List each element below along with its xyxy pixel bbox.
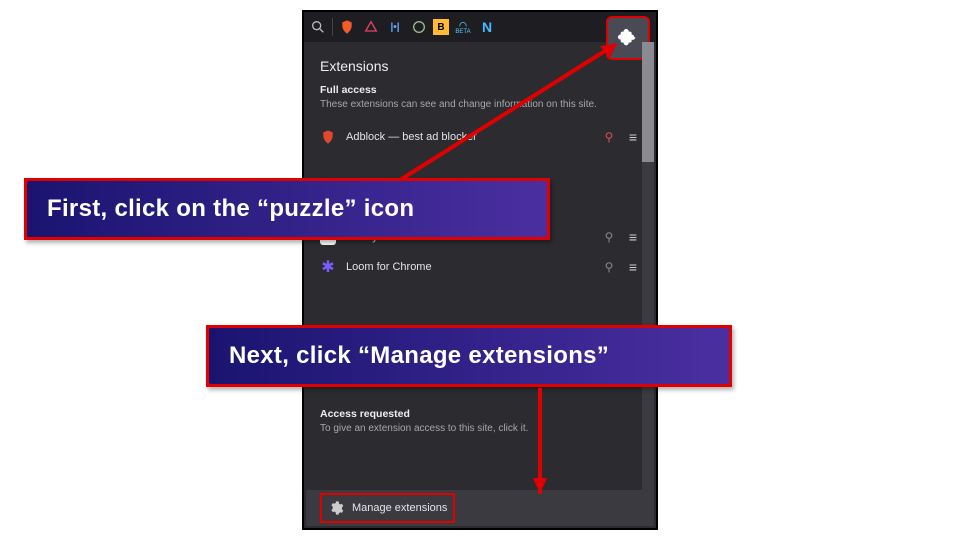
manage-extensions-button[interactable]: Manage extensions [320, 493, 455, 523]
pin-icon[interactable]: ⚲ [602, 260, 616, 274]
extensions-panel: Extensions Full access These extensions … [304, 42, 656, 492]
browser-window: |•| B BETA N Extensions Full access Thes… [302, 10, 658, 530]
callout-step-1: First, click on the “puzzle” icon [24, 178, 550, 240]
beta-badge: BETA [455, 29, 470, 35]
puzzle-icon [617, 27, 639, 49]
panel-title: Extensions [320, 58, 640, 74]
extension-name: Adblock — best ad blocker [346, 131, 592, 143]
triangle-icon[interactable] [361, 17, 381, 37]
gear-icon [328, 500, 344, 516]
zoom-icon[interactable] [308, 17, 328, 37]
more-icon[interactable]: ≡ [626, 263, 640, 271]
extension-icon-beta[interactable]: BETA [453, 17, 473, 37]
pin-icon[interactable]: ⚲ [602, 230, 616, 244]
full-access-description: These extensions can see and change info… [320, 98, 640, 112]
full-access-heading: Full access [320, 84, 640, 96]
more-icon[interactable]: ≡ [626, 233, 640, 241]
extension-icon-n[interactable]: N [477, 17, 497, 37]
extension-name: Loom for Chrome [346, 261, 592, 273]
brave-shield-icon[interactable] [337, 17, 357, 37]
scrollbar-thumb[interactable] [642, 42, 654, 162]
pin-icon[interactable]: ⚲ [602, 130, 616, 144]
more-icon[interactable]: ≡ [626, 133, 640, 141]
extension-icon-3[interactable]: B [433, 19, 449, 35]
manage-extensions-label: Manage extensions [352, 502, 447, 514]
browser-toolbar: |•| B BETA N [304, 12, 656, 42]
toolbar-divider [332, 18, 333, 36]
extension-icon-1[interactable]: |•| [385, 17, 405, 37]
adblock-icon [320, 129, 336, 145]
extension-row[interactable]: ✱ Loom for Chrome ⚲ ≡ [320, 252, 640, 282]
panel-scrollbar[interactable] [642, 42, 654, 490]
callout-step-2: Next, click “Manage extensions” [206, 325, 732, 387]
extension-icon-2[interactable] [409, 17, 429, 37]
loom-icon: ✱ [320, 259, 336, 275]
extension-row[interactable]: Adblock — best ad blocker ⚲ ≡ [320, 122, 640, 152]
access-requested-description: To give an extension access to this site… [320, 422, 640, 436]
panel-footer: Manage extensions [306, 490, 654, 526]
access-requested-heading: Access requested [320, 408, 640, 420]
